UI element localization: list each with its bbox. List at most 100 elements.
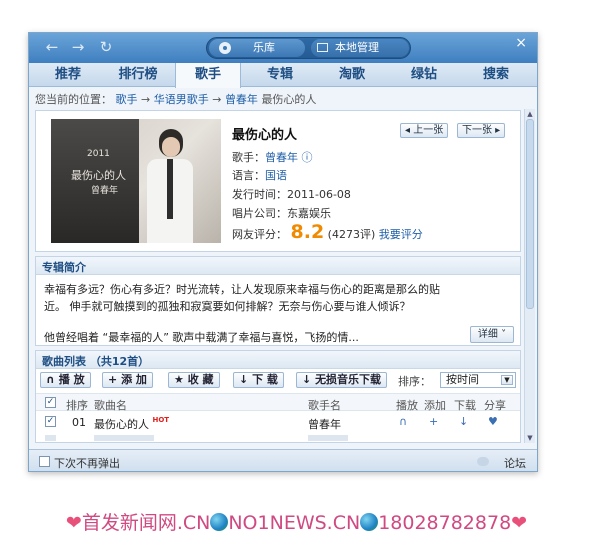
sort-select[interactable]: 按时间 ▼ <box>440 372 516 388</box>
headphone-icon[interactable]: ∩ <box>399 415 407 428</box>
song-list-panel: 歌曲列表 （共12首） ∩ 播 放 + 添 加 ★ 收 藏 ↓ 下 载 ↓ 无损… <box>35 350 521 443</box>
speech-bubble-icon <box>477 457 489 466</box>
close-button[interactable]: × <box>515 35 527 51</box>
release-label: 发行时间： <box>232 188 287 201</box>
play-button[interactable]: ∩ 播 放 <box>40 372 91 388</box>
tab-music-library[interactable]: 乐库 <box>209 39 305 57</box>
breadcrumb: 您当前的位置： 歌手 → 华语男歌手 → 曾春年 最伤心的人 <box>35 91 316 107</box>
hot-badge: HOT <box>152 416 170 424</box>
release-row: 发行时间：2011-06-08 <box>232 186 351 202</box>
song-artist[interactable]: 曾春年 <box>308 416 341 432</box>
breadcrumb-item-artist[interactable]: 曾春年 <box>225 93 258 106</box>
scroll-down-icon[interactable]: ▼ <box>526 434 534 442</box>
download-icon: ↓ <box>239 373 249 386</box>
tab-local-management-label: 本地管理 <box>335 41 379 54</box>
monitor-icon <box>317 43 328 52</box>
singer-link[interactable]: 曾春年 <box>265 151 298 164</box>
play-label: 播 放 <box>58 373 85 386</box>
dont-show-again-label[interactable]: 下次不再弹出 <box>54 455 120 471</box>
download-icon: ↓ <box>302 373 312 386</box>
col-add: 添加 <box>424 399 446 412</box>
heart-icon: ❤ <box>511 512 528 534</box>
add-label: 添 加 <box>121 373 147 386</box>
language-row: 语言：国语 <box>232 167 287 183</box>
watermark-text-1: 首发新闻网.CN <box>81 512 211 534</box>
plus-icon[interactable]: + <box>429 415 438 428</box>
add-button[interactable]: + 添 加 <box>102 372 153 388</box>
release-date: 2011-06-08 <box>287 188 351 201</box>
breadcrumb-separator: → <box>212 93 222 106</box>
favorite-label: 收 藏 <box>187 373 214 386</box>
forward-arrow-icon[interactable]: → <box>69 39 87 55</box>
download-button[interactable]: ↓ 下 载 <box>233 372 284 388</box>
rate-link[interactable]: 我要评分 <box>379 228 423 241</box>
rating-count: (4273评) <box>327 228 376 241</box>
watermark-text-2: NO1NEWS.CN <box>228 512 361 534</box>
select-all-checkbox[interactable]: ✓ <box>45 397 56 408</box>
title-bar: ← → ↻ 乐库 本地管理 × <box>29 33 537 63</box>
col-song-name[interactable]: 歌曲名 <box>94 397 127 413</box>
breadcrumb-item-singer[interactable]: 歌手 <box>116 93 138 106</box>
song-toolbar: ∩ 播 放 + 添 加 ★ 收 藏 ↓ 下 载 ↓ 无损音乐下载 排序： 按时间 <box>40 372 518 390</box>
detail-button[interactable]: 详细 ˅ <box>470 326 514 343</box>
back-arrow-icon[interactable]: ← <box>43 39 61 55</box>
chevron-down-icon[interactable]: ▼ <box>501 375 513 385</box>
row-placeholder <box>308 435 348 441</box>
refresh-icon[interactable]: ↻ <box>97 39 115 55</box>
heart-icon: ❤ <box>65 512 82 534</box>
tab-album[interactable]: 专辑 <box>247 63 313 87</box>
watermark-banner: ❤首发新闻网.CN NO1NEWS.CN 18028782878❤ <box>0 508 593 536</box>
col-artist[interactable]: 歌手名 <box>308 397 341 413</box>
song-title[interactable]: 最伤心的人 HOT <box>94 416 169 432</box>
tab-recommend[interactable]: 推荐 <box>35 63 101 87</box>
star-icon: ★ <box>174 373 184 386</box>
scroll-thumb[interactable] <box>526 119 534 309</box>
watermark-text-3: 18028782878 <box>378 512 512 534</box>
prev-album-button[interactable]: ◂ 上一张 <box>400 123 449 138</box>
dont-show-again-checkbox[interactable] <box>39 456 50 467</box>
download-icon[interactable]: ↓ <box>459 415 468 428</box>
chevron-down-icon: ˅ <box>501 329 507 340</box>
song-title-text: 最伤心的人 <box>94 418 149 431</box>
intro-heading: 专辑简介 <box>42 261 86 274</box>
rating-score: 8.2 <box>290 221 325 243</box>
row-checkbox[interactable]: ✓ <box>45 416 56 427</box>
source-switch: 乐库 本地管理 <box>206 37 411 59</box>
tab-discover[interactable]: 淘歌 <box>319 63 385 87</box>
song-list-heading: 歌曲列表 （共12首） <box>42 355 150 368</box>
tab-green-diamond[interactable]: 绿钻 <box>391 63 457 87</box>
record-label-label: 唱片公司： <box>232 207 287 220</box>
song-table-header: ✓ 排序 歌曲名 歌手名 播放 添加 下载 分享 <box>36 393 520 413</box>
forum-link[interactable]: 论坛 <box>504 455 526 471</box>
favorite-button[interactable]: ★ 收 藏 <box>168 372 220 388</box>
table-row[interactable]: ✓ 01 最伤心的人 HOT 曾春年 ∩ + ↓ ♥ <box>36 412 520 432</box>
rating-row: 网友评分： 8.2 (4273评) 我要评分 <box>232 221 423 243</box>
breadcrumb-item-album: 最伤心的人 <box>261 93 317 106</box>
singer-info-icon[interactable]: ⓘ <box>302 151 313 164</box>
lossless-download-button[interactable]: ↓ 无损音乐下载 <box>296 372 388 388</box>
cover-title: 最伤心的人 <box>71 169 126 182</box>
tab-local-management[interactable]: 本地管理 <box>311 39 409 57</box>
label-row: 唱片公司：东嘉娱乐 <box>232 205 331 221</box>
heart-icon[interactable]: ♥ <box>488 415 498 428</box>
song-list-header: 歌曲列表 （共12首） <box>36 351 520 369</box>
album-info-panel: 2011 最伤心的人 曾春年 最伤心的人 ◂ 上一张 下一张 ▸ 歌手：曾春年 … <box>35 110 521 252</box>
scroll-up-icon[interactable]: ▲ <box>526 110 534 118</box>
intro-line-1: 幸福有多远？伤心有多近？时光流转，让人发现原来幸福与伤心的距离是那么的贴 <box>44 283 440 296</box>
main-tab-bar: 推荐 排行榜 歌手 专辑 淘歌 绿钻 搜索 <box>29 63 537 88</box>
next-album-button[interactable]: 下一张 ▸ <box>457 123 506 138</box>
tab-search[interactable]: 搜索 <box>463 63 529 87</box>
lossless-label: 无损音乐下载 <box>315 373 382 386</box>
table-row-partial <box>36 434 520 442</box>
vertical-scrollbar[interactable]: ▲ ▼ <box>524 109 535 443</box>
artist-tie <box>167 159 173 219</box>
tab-charts[interactable]: 排行榜 <box>105 63 171 87</box>
col-play: 播放 <box>396 399 418 412</box>
language-link[interactable]: 国语 <box>265 169 287 182</box>
col-download: 下载 <box>454 399 476 412</box>
detail-label: 详细 <box>477 329 498 340</box>
col-order[interactable]: 排序 <box>66 397 88 413</box>
breadcrumb-prefix: 您当前的位置： <box>35 93 112 106</box>
breadcrumb-item-category[interactable]: 华语男歌手 <box>154 93 209 106</box>
tab-singer[interactable]: 歌手 <box>175 63 241 88</box>
